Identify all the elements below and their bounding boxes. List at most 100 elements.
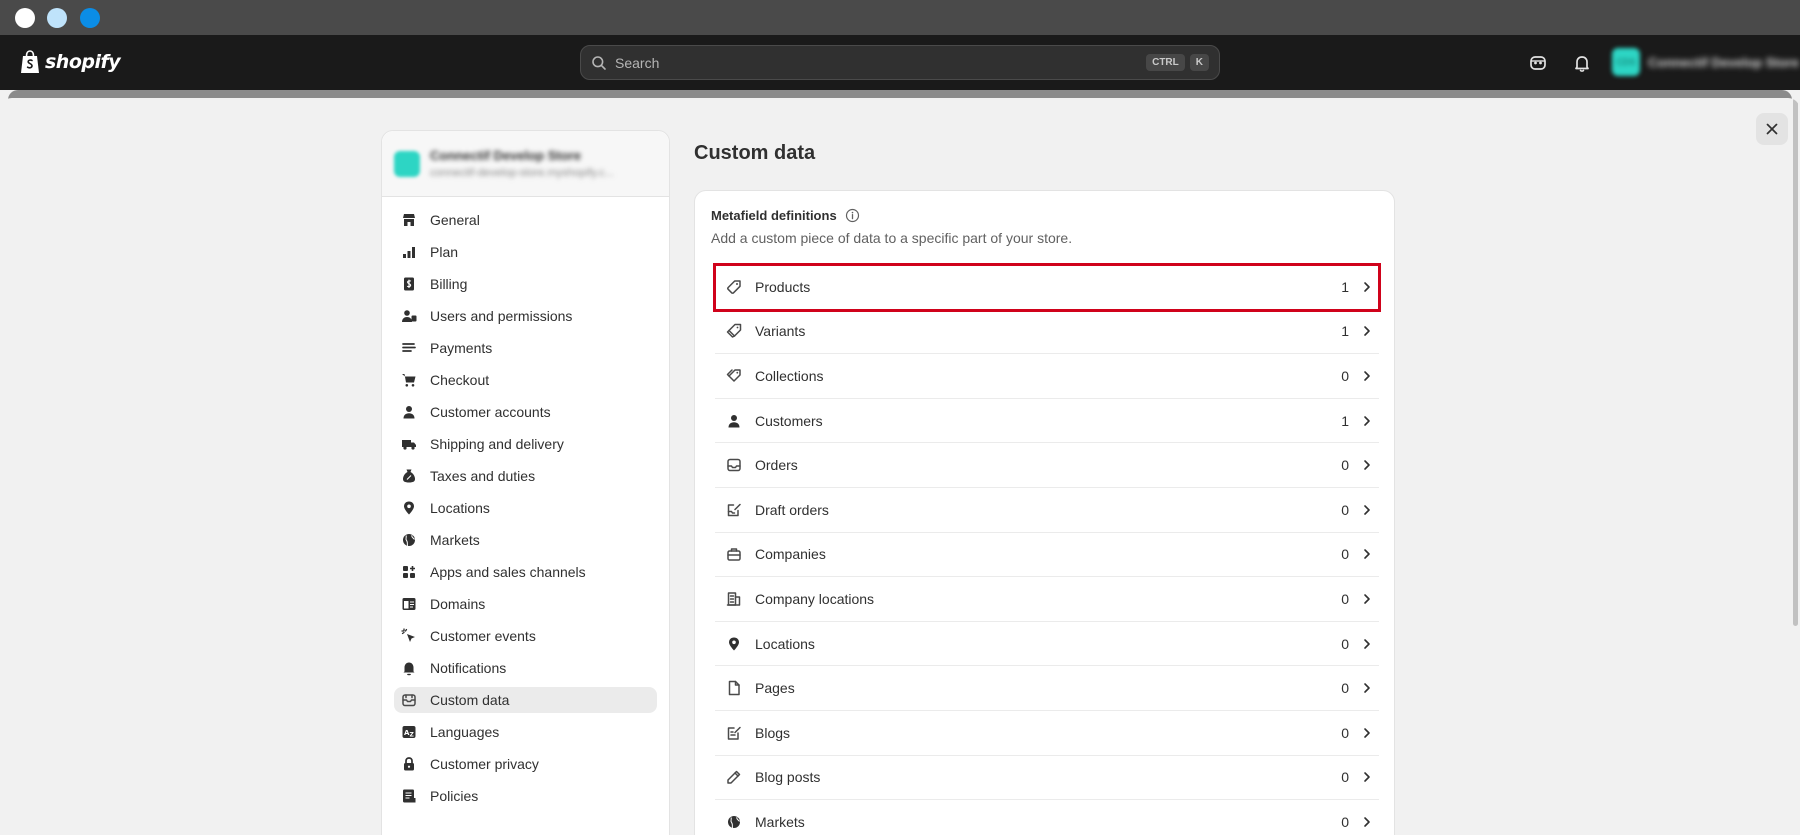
row-count: 0	[1341, 367, 1349, 384]
sidebar-item-checkout[interactable]: Checkout	[394, 367, 657, 393]
sidebar-store-name: Connectif Develop Store	[430, 148, 581, 163]
policies-icon	[400, 787, 418, 805]
metafield-row-orders[interactable]: Orders 0	[715, 443, 1379, 488]
row-label: Blogs	[755, 724, 791, 741]
sidebar-item-custom-data[interactable]: Custom data	[394, 687, 657, 713]
metafield-row-markets[interactable]: Markets 0	[715, 800, 1379, 835]
sidebar-item-label: Domains	[430, 596, 486, 612]
shopify-logo[interactable]: shopify	[20, 49, 121, 75]
bell-icon[interactable]	[1571, 52, 1593, 74]
sidebar-item-billing[interactable]: Billing	[394, 271, 657, 297]
billing-icon	[400, 275, 418, 293]
metafield-row-products[interactable]: Products 1	[713, 263, 1381, 312]
sidekick-icon[interactable]	[1527, 52, 1549, 74]
sidebar-item-label: Customer events	[430, 628, 536, 644]
draft-order-icon	[725, 501, 743, 519]
store-menu-button[interactable]: CDS Connectif Develop Store	[1612, 48, 1799, 76]
sidebar-item-label: Locations	[430, 500, 490, 516]
plan-icon	[400, 243, 418, 261]
sidebar-item-label: Users and permissions	[430, 308, 573, 324]
metafield-row-locations[interactable]: Locations 0	[715, 622, 1379, 667]
row-count: 1	[1341, 278, 1349, 295]
row-label: Company locations	[755, 590, 875, 607]
sidebar-item-payments[interactable]: Payments	[394, 335, 657, 361]
settings-sidebar: Connectif Develop Store connectif-develo…	[381, 130, 670, 835]
store-name: Connectif Develop Store	[1648, 54, 1799, 70]
page-icon	[725, 679, 743, 697]
store-switcher[interactable]: Connectif Develop Store connectif-develo…	[382, 131, 669, 197]
sidebar-item-label: Checkout	[430, 372, 490, 388]
sidebar-item-notifications[interactable]: Notifications	[394, 655, 657, 681]
window-maximize-button[interactable]	[80, 8, 100, 28]
chevron-right-icon	[1359, 368, 1375, 384]
sidebar-item-label: Plan	[430, 244, 459, 260]
sidebar-item-policies[interactable]: Policies	[394, 783, 657, 809]
sidebar-item-label: Billing	[430, 276, 468, 292]
metafield-row-pages[interactable]: Pages 0	[715, 666, 1379, 711]
metafield-row-variants[interactable]: Variants 1	[715, 310, 1379, 355]
search-placeholder: Search	[615, 54, 660, 71]
inbox-icon	[725, 456, 743, 474]
admin-topbar: shopify Search CTRL K CDS Connectif Deve…	[0, 35, 1800, 90]
sidebar-item-users-and-permissions[interactable]: Users and permissions	[394, 303, 657, 329]
sidebar-item-general[interactable]: General	[394, 207, 657, 233]
metafield-row-company-locations[interactable]: Company locations 0	[715, 577, 1379, 622]
search-input[interactable]: Search CTRL K	[580, 45, 1220, 80]
payments-icon	[400, 339, 418, 357]
row-count: 0	[1341, 813, 1349, 830]
chevron-right-icon	[1359, 279, 1375, 295]
sidebar-item-customer-events[interactable]: Customer events	[394, 623, 657, 649]
sidebar-store-domain: connectif-develop-store.myshopify.c...	[430, 167, 614, 179]
sidebar-item-customer-accounts[interactable]: Customer accounts	[394, 399, 657, 425]
chevron-right-icon	[1359, 769, 1375, 785]
person-icon	[400, 403, 418, 421]
sidebar-item-label: Notifications	[430, 660, 507, 676]
sidebar-item-markets[interactable]: Markets	[394, 527, 657, 553]
metafield-row-companies[interactable]: Companies 0	[715, 533, 1379, 578]
sidebar-item-label: Customer accounts	[430, 404, 551, 420]
chevron-right-icon	[1359, 725, 1375, 741]
close-icon	[1765, 122, 1779, 136]
card-title-text: Metafield definitions	[711, 208, 837, 223]
metafield-row-customers[interactable]: Customers 1	[715, 399, 1379, 444]
row-label: Blog posts	[755, 769, 821, 786]
sidebar-item-shipping-and-delivery[interactable]: Shipping and delivery	[394, 431, 657, 457]
row-label: Products	[755, 278, 811, 295]
chevron-right-icon	[1359, 413, 1375, 429]
chevron-right-icon	[1359, 680, 1375, 696]
sidebar-item-domains[interactable]: Domains	[394, 591, 657, 617]
window-close-button[interactable]	[15, 8, 35, 28]
vertical-scrollbar[interactable]	[1793, 98, 1798, 626]
metafield-row-blog-posts[interactable]: Blog posts 0	[715, 756, 1379, 801]
apps-icon	[400, 563, 418, 581]
row-count: 0	[1341, 546, 1349, 563]
row-count: 0	[1341, 457, 1349, 474]
row-count: 0	[1341, 769, 1349, 786]
info-icon[interactable]	[845, 208, 860, 223]
blog-icon	[725, 724, 743, 742]
briefcase-icon	[725, 545, 743, 563]
resource-list: Products 1 Variants 1 Collections 0 Customers 1…	[713, 263, 1381, 835]
tax-icon	[400, 467, 418, 485]
row-label: Collections	[755, 367, 824, 384]
sidebar-item-label: General	[430, 212, 480, 228]
metafield-row-draft-orders[interactable]: Draft orders 0	[715, 488, 1379, 533]
metafield-definitions-card: Metafield definitions Add a custom piece…	[694, 190, 1395, 835]
chevron-right-icon	[1359, 814, 1375, 830]
metafield-row-blogs[interactable]: Blogs 0	[715, 711, 1379, 756]
close-settings-button[interactable]	[1756, 113, 1788, 145]
shopify-bag-icon	[20, 50, 40, 74]
sidebar-item-customer-privacy[interactable]: Customer privacy	[394, 751, 657, 777]
window-minimize-button[interactable]	[47, 8, 67, 28]
row-count: 0	[1341, 501, 1349, 518]
sidebar-item-locations[interactable]: Locations	[394, 495, 657, 521]
sidebar-item-languages[interactable]: A Z Languages	[394, 719, 657, 745]
sidebar-item-label: Policies	[430, 788, 479, 804]
store-icon	[400, 211, 418, 229]
metafield-row-collections[interactable]: Collections 0	[715, 354, 1379, 399]
window-titlebar	[0, 0, 1800, 35]
sidebar-item-taxes-and-duties[interactable]: Taxes and duties	[394, 463, 657, 489]
sidebar-item-plan[interactable]: Plan	[394, 239, 657, 265]
sidebar-item-apps-and-sales-channels[interactable]: Apps and sales channels	[394, 559, 657, 585]
row-count: 0	[1341, 680, 1349, 697]
